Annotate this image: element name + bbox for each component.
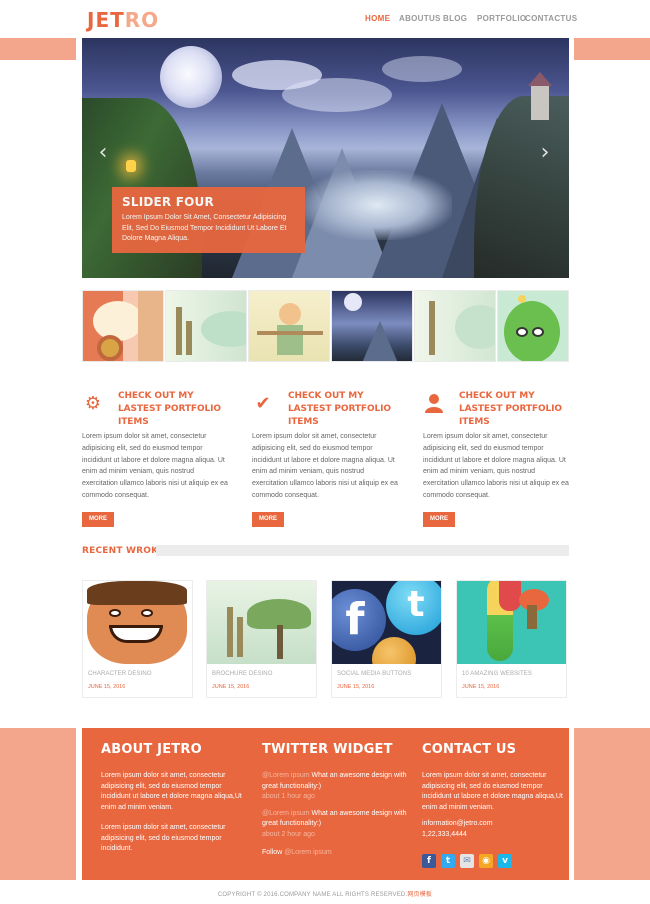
- feature-title: CHECK OUT MY LASTEST PORTFOLIO ITEMS: [118, 391, 221, 427]
- work-title: SOCIAL MEDIA BUTTONS: [337, 671, 412, 677]
- left-top-band: [0, 38, 76, 60]
- follow-label: Follow: [262, 849, 285, 856]
- lantern-illustration: [126, 160, 136, 172]
- thumbnail-3[interactable]: [248, 290, 330, 362]
- work-image: f t: [332, 581, 441, 664]
- cloud: [382, 56, 462, 82]
- footer-contact-title: CONTACT US: [422, 742, 517, 757]
- left-footer-band: [0, 728, 76, 880]
- footer-about: ABOUT JETRO Lorem ipsum dolor sit amet, …: [101, 742, 251, 855]
- nav-blog[interactable]: BLOG: [443, 14, 467, 23]
- feature-text: Lorem ipsum dolor sit amet, consectetur …: [423, 433, 569, 499]
- tweet: @Lorem ipsum What an awesome design with…: [262, 809, 412, 841]
- work-title: BROCHURE DESINO: [212, 671, 273, 677]
- twitter-icon[interactable]: t: [441, 854, 455, 868]
- section-divider-bar: [156, 545, 569, 556]
- thumbnail-2[interactable]: [165, 290, 247, 362]
- rss-icon[interactable]: ◉: [479, 854, 493, 868]
- feature-title: CHECK OUT MY LASTEST PORTFOLIO ITEMS: [288, 391, 391, 427]
- castle-illustration: [528, 72, 552, 120]
- thumbnail-1[interactable]: [82, 290, 164, 362]
- copyright-text: COPYRIGHT © 2016.COMPANY NAME ALL RIGHTS…: [217, 892, 408, 898]
- work-title: CHARACTER DESINO: [88, 671, 152, 677]
- feature-text: Lorem ipsum dolor sit amet, consectetur …: [82, 433, 228, 499]
- work-date: JUNE 15, 2016: [462, 684, 500, 690]
- work-date: JUNE 15, 2016: [212, 684, 250, 690]
- tweet-time: about 1 hour ago: [262, 793, 315, 800]
- user-icon-svg: [425, 394, 443, 413]
- hero-slider[interactable]: ‹ › SLIDER FOUR Lorem Ipsum Dolor Sit Am…: [82, 38, 569, 278]
- moon-illustration: [160, 46, 222, 108]
- right-footer-band: [574, 728, 650, 880]
- footer-about-title: ABOUT JETRO: [101, 742, 202, 757]
- facebook-icon[interactable]: f: [422, 854, 436, 868]
- contact-email[interactable]: information@jetro.com: [422, 819, 572, 830]
- slide-text: Lorem Ipsum Dolor Sit Amet, Consectetur …: [122, 214, 287, 242]
- thumbnail-5[interactable]: [414, 290, 496, 362]
- copyright-brand-link[interactable]: 网页模板: [407, 892, 432, 898]
- user-icon: [423, 393, 445, 415]
- slider-thumbnails: [82, 290, 569, 362]
- more-button[interactable]: MORE: [423, 512, 455, 527]
- thumbnail-6[interactable]: [497, 290, 569, 362]
- footer-about-text-2: Lorem ipsum dolor sit amet, consectetur …: [101, 824, 226, 852]
- footer-contact-text: Lorem ipsum dolor sit amet, consectetur …: [422, 772, 563, 811]
- chevron-left-icon[interactable]: ‹: [96, 140, 110, 166]
- feature-title: CHECK OUT MY LASTEST PORTFOLIO ITEMS: [459, 391, 562, 427]
- nav-portfolio[interactable]: PORTFOLIO: [477, 14, 526, 23]
- footer-twitter: TWITTER WIDGET @Lorem ipsum What an awes…: [262, 742, 412, 865]
- vimeo-icon[interactable]: v: [498, 854, 512, 868]
- right-top-band: [574, 38, 650, 60]
- gear-icon: ⚙: [84, 393, 102, 414]
- follow-line: Follow @Lorem ipsum: [262, 848, 412, 859]
- recent-works-title: RECENT WROKS: [82, 546, 166, 556]
- work-image: [207, 581, 316, 664]
- work-card-1[interactable]: CHARACTER DESINO JUNE 15, 2016: [82, 580, 193, 698]
- valley-glow: [302, 170, 452, 240]
- more-button[interactable]: MORE: [252, 512, 284, 527]
- work-date: JUNE 15, 2016: [337, 684, 375, 690]
- work-card-4[interactable]: 10 AMAZING WEBSITES JUNE 15, 2016: [456, 580, 567, 698]
- site-header: JETRO HOME ABOUTUS BLOG PORTFOLIO CONTAC…: [0, 0, 650, 38]
- work-title: 10 AMAZING WEBSITES: [462, 671, 532, 677]
- follow-handle-link[interactable]: @Lorem ipsum: [284, 849, 332, 856]
- tweet-time: about 2 hour ago: [262, 830, 315, 838]
- nav-about-us[interactable]: ABOUTUS: [399, 14, 441, 23]
- work-image: [457, 581, 566, 664]
- footer-twitter-title: TWITTER WIDGET: [262, 742, 393, 757]
- slide-title: SLIDER FOUR: [122, 195, 214, 209]
- social-icons: f t ✉ ◉ v: [422, 850, 572, 868]
- feature-text: Lorem ipsum dolor sit amet, consectetur …: [252, 433, 398, 499]
- nav-home[interactable]: HOME: [365, 14, 390, 23]
- site-footer: ABOUT JETRO Lorem ipsum dolor sit amet, …: [82, 728, 569, 880]
- work-image: [83, 581, 192, 664]
- work-date: JUNE 15, 2016: [88, 684, 126, 690]
- main-nav: HOME ABOUTUS BLOG PORTFOLIO CONTACTUS: [0, 14, 650, 28]
- footer-about-text: Lorem ipsum dolor sit amet, consectetur …: [101, 772, 242, 811]
- tweet-handle[interactable]: @Lorem ipsum: [262, 810, 310, 817]
- tweet-handle[interactable]: @Lorem ipsum: [262, 772, 310, 779]
- slide-caption: SLIDER FOUR Lorem Ipsum Dolor Sit Amet, …: [112, 187, 305, 253]
- checkmark-icon: ✔: [255, 393, 271, 414]
- mail-icon[interactable]: ✉: [460, 854, 474, 868]
- thumbnail-4[interactable]: [331, 290, 413, 362]
- work-card-3[interactable]: f t SOCIAL MEDIA BUTTONS JUNE 15, 2016: [331, 580, 442, 698]
- contact-phone: 1,22,333,4444: [422, 830, 467, 838]
- footer-contact: CONTACT US Lorem ipsum dolor sit amet, c…: [422, 742, 572, 868]
- tweet: @Lorem ipsum What an awesome design with…: [262, 771, 412, 803]
- chevron-right-icon[interactable]: ›: [538, 140, 552, 166]
- nav-contact-us[interactable]: CONTACTUS: [525, 14, 577, 23]
- copyright: COPYRIGHT © 2016.COMPANY NAME ALL RIGHTS…: [0, 889, 650, 898]
- more-button[interactable]: MORE: [82, 512, 114, 527]
- work-card-2[interactable]: BROCHURE DESINO JUNE 15, 2016: [206, 580, 317, 698]
